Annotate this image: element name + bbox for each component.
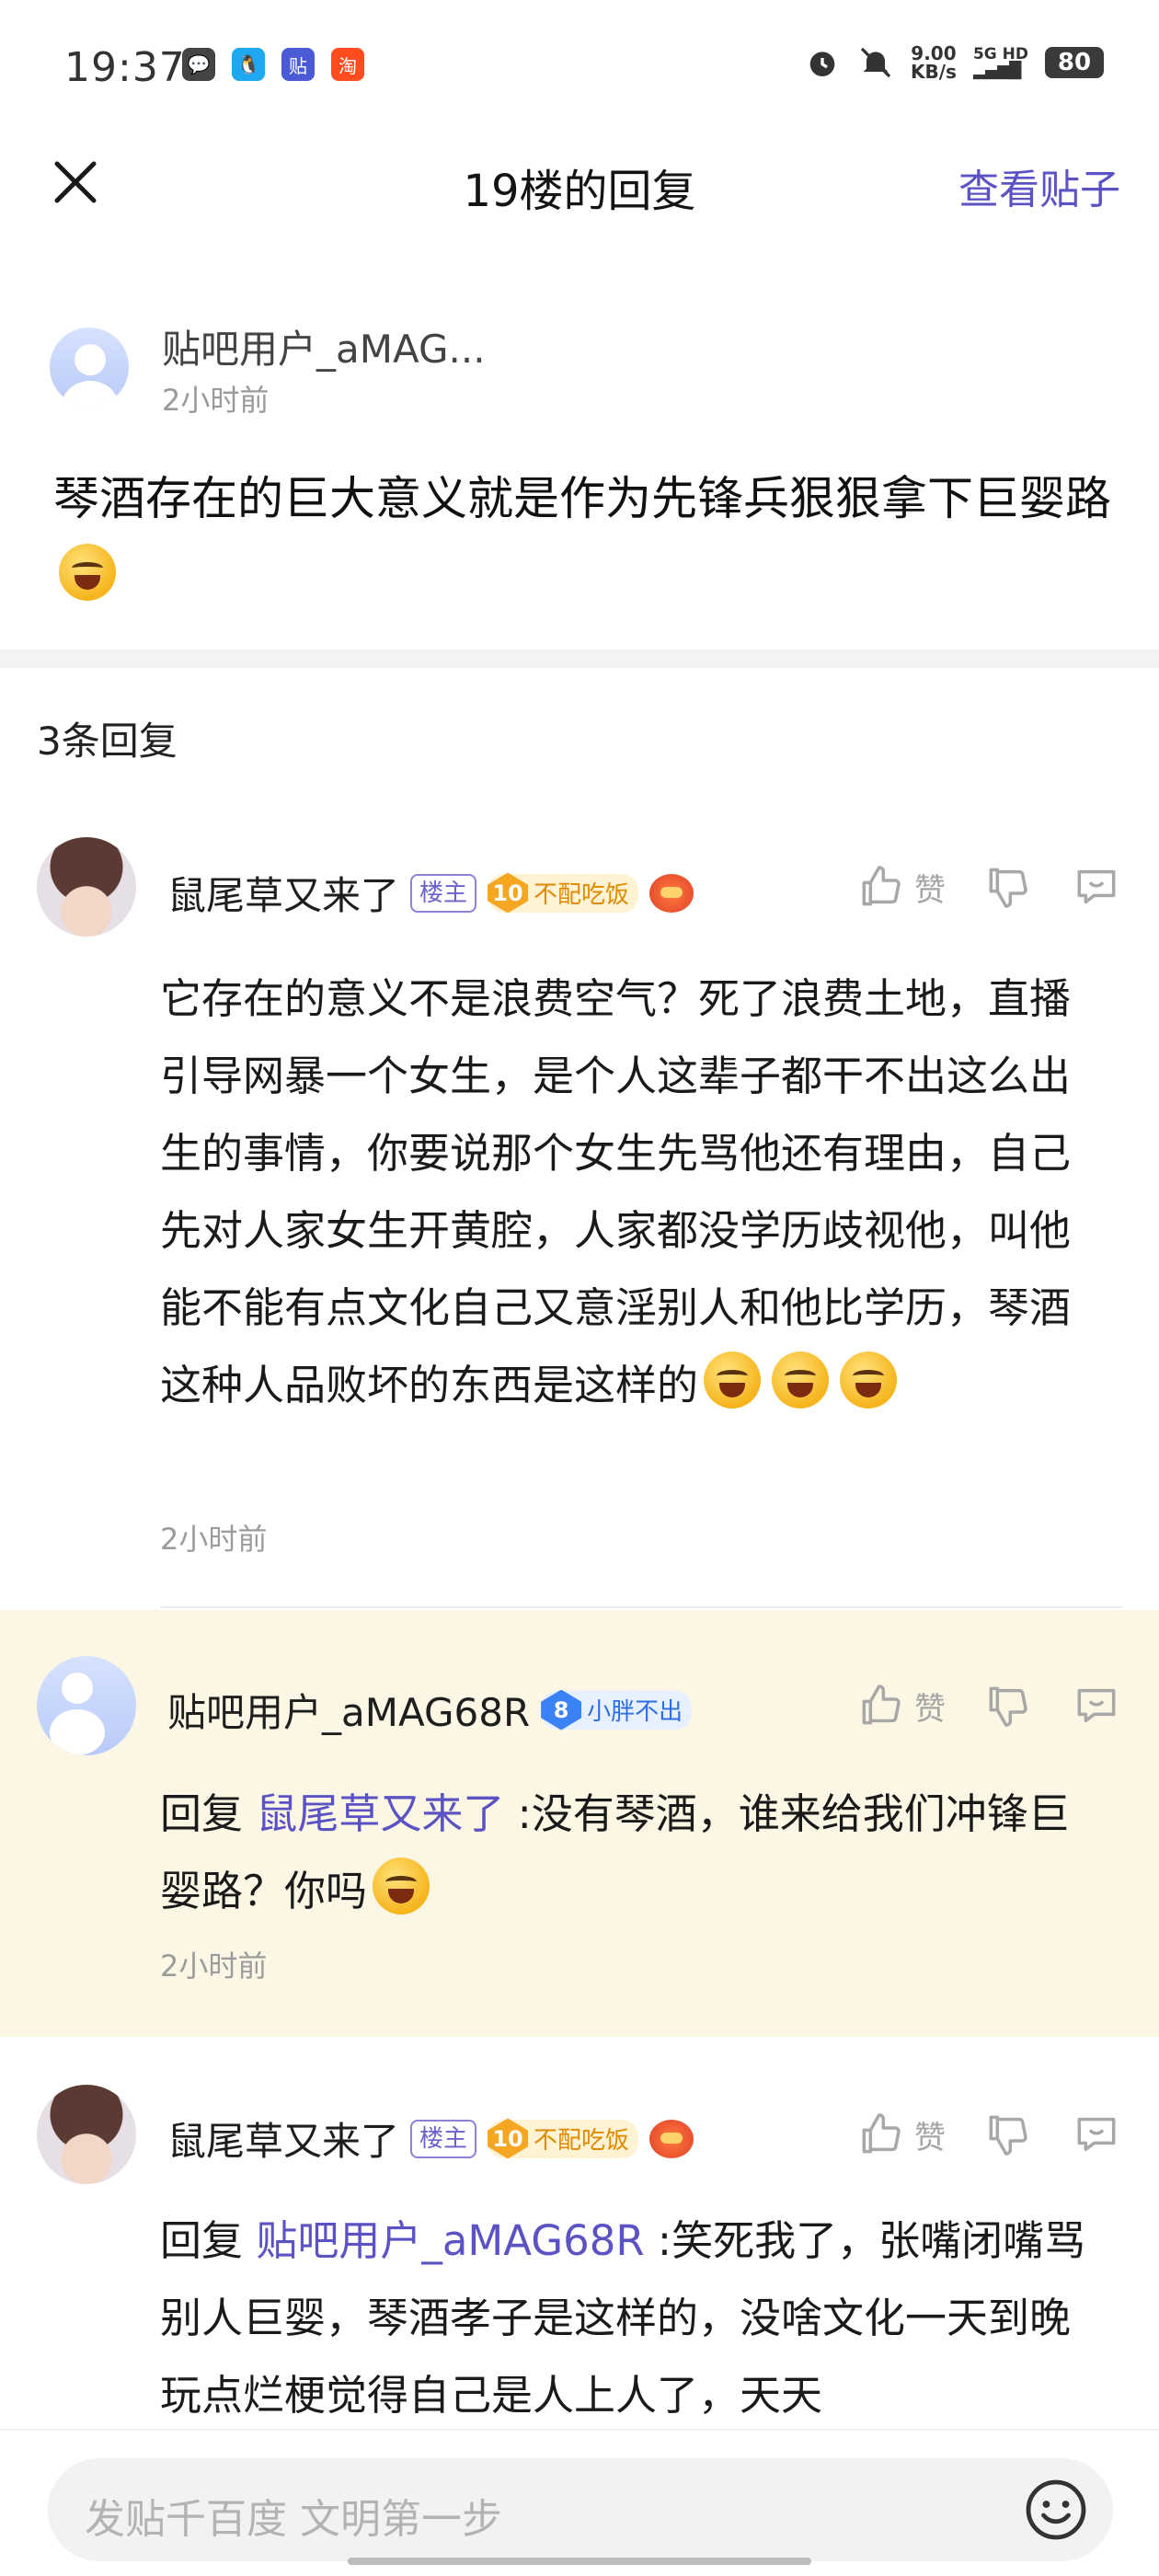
- tieba-icon: 贴: [281, 48, 315, 81]
- thumbs-down-icon: [989, 868, 1027, 908]
- comment-content: 它存在的意义不是浪费空气？死了浪费土地，直播引导网暴一个女生，是个人这辈子都干不…: [160, 974, 1072, 1409]
- divider: [160, 1606, 1122, 1608]
- comment-actions: 赞: [819, 1680, 1122, 1731]
- game-badge-icon: [649, 873, 694, 913]
- thumbs-down-icon: [989, 1686, 1027, 1727]
- thumbs-up-icon: [862, 866, 901, 906]
- section-divider: [0, 650, 1159, 668]
- thumbs-down-icon: [989, 2115, 1027, 2156]
- home-indicator[interactable]: [348, 2558, 811, 2565]
- comment-user-row: 鼠尾草又来了 楼主 10 不配吃饭: [167, 865, 694, 921]
- comment-bubble-icon: [1077, 1688, 1116, 1723]
- mention-link[interactable]: 贴吧用户_aMAG68R: [256, 2216, 644, 2265]
- avatar[interactable]: [37, 1656, 136, 1755]
- mute-icon: [860, 47, 891, 78]
- laugh-emoji-icon: [704, 1351, 762, 1409]
- level-badge: 10 不配吃饭: [488, 2118, 639, 2159]
- comment-time: 2小时前: [160, 1522, 268, 1557]
- game-badge-icon: [649, 2119, 694, 2158]
- signal-indicator: 5G HD ▂▄▆█: [972, 45, 1028, 80]
- like-button[interactable]: 赞: [855, 861, 946, 913]
- comment-content: 回复 贴吧用户_aMAG68R :笑死我了，张嘴闭嘴骂别人巨婴，琴酒孝子是这样的…: [160, 2216, 1086, 2420]
- reply-button[interactable]: [1071, 1680, 1122, 1731]
- view-post-link[interactable]: 查看贴子: [958, 156, 1120, 215]
- thumbs-up-icon: [862, 1685, 901, 1725]
- qq-icon: 🐧: [232, 48, 265, 81]
- net-speed: 9.00 KB/s: [911, 42, 957, 83]
- comment-user-row: 贴吧用户_aMAG68R 8 小胖不出: [167, 1682, 693, 1738]
- comment-actions: 赞: [819, 861, 1122, 913]
- system-icons: 9.00 KB/s 5G HD ▂▄▆█ 80: [804, 44, 1104, 81]
- avatar[interactable]: [37, 837, 136, 937]
- dislike-button[interactable]: [982, 861, 1034, 913]
- owner-badge: 楼主: [410, 873, 477, 913]
- notification-icons: 💬 🐧 贴 淘: [182, 48, 364, 81]
- laugh-emoji-icon: [373, 1857, 430, 1915]
- like-button[interactable]: 赞: [855, 1680, 946, 1731]
- owner-badge: 楼主: [410, 2119, 477, 2158]
- dislike-button[interactable]: [982, 1680, 1034, 1731]
- level-badge: 8 小胖不出: [541, 1689, 693, 1731]
- comment-content: 回复 鼠尾草又来了 :没有琴酒，谁来给我们冲锋巨婴路？你吗: [160, 1789, 1070, 1915]
- top-nav: 19楼的回复 查看贴子: [0, 138, 1159, 230]
- reply-input[interactable]: 发贴千百度 文明第一步: [48, 2458, 1113, 2561]
- status-time: 19:37: [64, 44, 186, 91]
- laugh-emoji-icon: [772, 1351, 830, 1409]
- comment-user-row: 鼠尾草又来了 楼主 10 不配吃饭: [167, 2110, 694, 2167]
- comment-bubble-icon: [1077, 2117, 1116, 2152]
- laugh-emoji-icon: [840, 1351, 898, 1409]
- dislike-button[interactable]: [982, 2109, 1034, 2160]
- post-time: 2小时前: [162, 383, 270, 418]
- reply-input-placeholder: 发贴千百度 文明第一步: [85, 2496, 502, 2543]
- laugh-emoji-icon: [59, 544, 116, 601]
- avatar[interactable]: [50, 328, 129, 407]
- avatar[interactable]: [37, 2085, 136, 2184]
- post-content: 琴酒存在的巨大意义就是作为先锋兵狠狠拿下巨婴路: [53, 460, 1120, 615]
- level-badge: 10 不配吃饭: [488, 872, 639, 914]
- reply-button[interactable]: [1071, 2109, 1122, 2160]
- comment-bubble-icon: [1077, 869, 1116, 904]
- like-button[interactable]: 赞: [855, 2109, 946, 2160]
- comment-author-name[interactable]: 贴吧用户_aMAG68R: [167, 1682, 530, 1738]
- mention-link[interactable]: 鼠尾草又来了: [256, 1789, 504, 1838]
- reply-button[interactable]: [1071, 861, 1122, 913]
- comment-author-name[interactable]: 鼠尾草又来了: [167, 2110, 399, 2167]
- reply-count: 3条回复: [37, 719, 178, 764]
- comment-author-name[interactable]: 鼠尾草又来了: [167, 865, 399, 921]
- bottom-input-bar: 发贴千百度 文明第一步: [0, 2429, 1159, 2576]
- taobao-icon: 淘: [331, 48, 364, 81]
- comment-actions: 赞: [819, 2109, 1122, 2160]
- post-author-name[interactable]: 贴吧用户_aMAG...: [162, 318, 486, 374]
- wechat-icon: 💬: [182, 48, 215, 81]
- comment-time: 2小时前: [160, 1949, 268, 1984]
- status-bar: 19:37 💬 🐧 贴 淘 9.00 KB/s 5G HD ▂▄▆█ 80: [0, 0, 1159, 138]
- emoji-picker-icon[interactable]: [1023, 2477, 1089, 2543]
- battery-indicator: 80: [1045, 47, 1104, 78]
- alarm-icon: [809, 52, 835, 76]
- thumbs-up-icon: [862, 2113, 901, 2154]
